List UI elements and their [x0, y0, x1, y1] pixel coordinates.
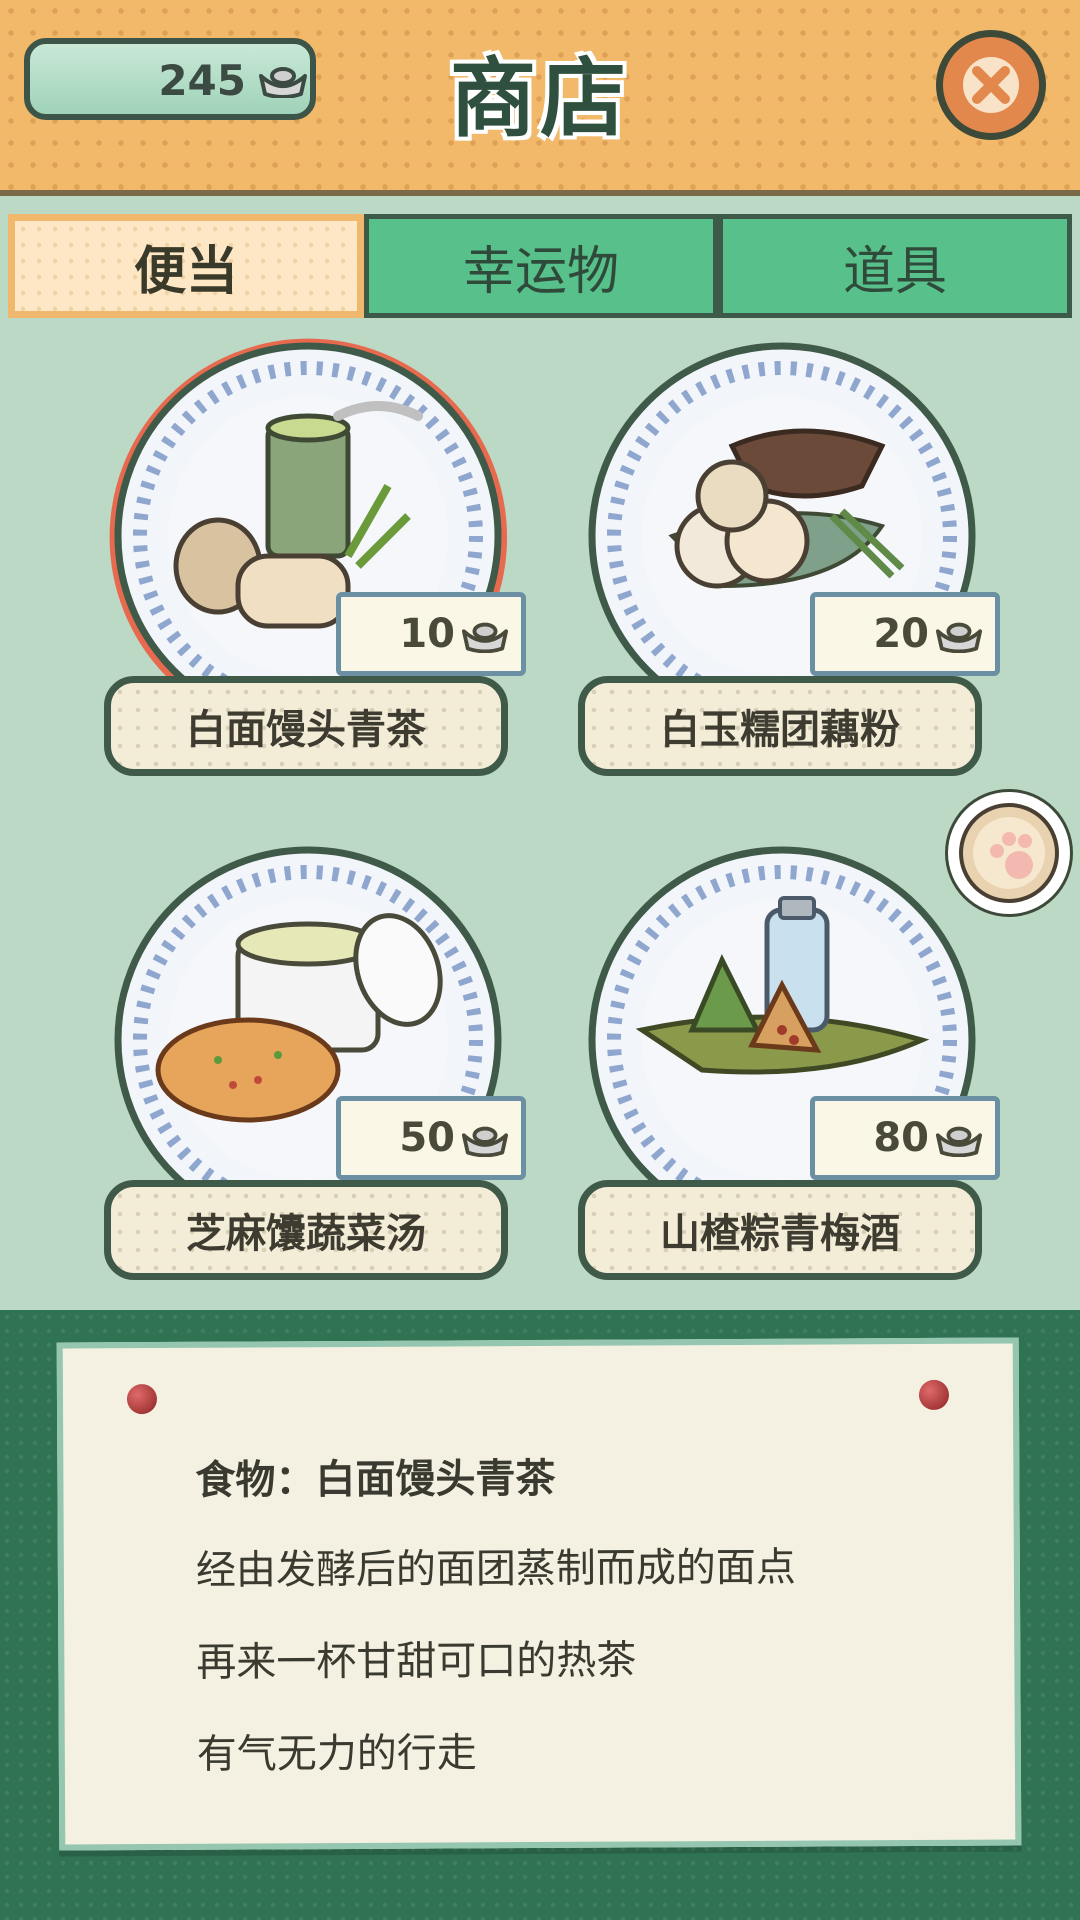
paw-icon — [959, 803, 1059, 903]
price-tag: 10 — [336, 592, 526, 676]
shop-item-steamed-bun-tea[interactable]: 10 白面馒头青茶 — [96, 336, 526, 776]
item-price: 80 — [873, 1115, 929, 1161]
shop-item-hawthorn-zongzi-plum-wine[interactable]: 80 山楂粽青梅酒 — [570, 840, 1000, 1280]
item-name: 白玉糯团藕粉 — [578, 676, 982, 776]
tab-lucky-items[interactable]: 幸运物 — [364, 214, 718, 318]
description-line: 有气无力的行走 — [196, 1730, 477, 1778]
pin-icon — [126, 1383, 158, 1415]
tab-bento[interactable]: 便当 — [8, 214, 364, 318]
silver-ingot-icon — [935, 622, 983, 653]
item-name: 芝麻馕蔬菜汤 — [104, 1180, 508, 1280]
pin-icon — [918, 1379, 950, 1411]
close-icon — [963, 57, 1019, 113]
description-line: 再来一杯甘甜可口的热茶 — [196, 1637, 637, 1686]
item-price: 10 — [399, 611, 455, 657]
description-note: 食物：白面馒头青茶 经由发酵后的面团蒸制而成的面点 再来一杯甘甜可口的热茶 有气… — [56, 1337, 1022, 1851]
shop-item-sesame-naan-soup[interactable]: 50 芝麻馕蔬菜汤 — [96, 840, 526, 1280]
item-name: 白面馒头青茶 — [104, 676, 508, 776]
shop-panel: 便当 幸运物 道具 10 白面馒头青茶 20 白玉糯团藕粉 50 芝麻馕蔬菜汤 … — [0, 196, 1080, 1310]
paw-button[interactable] — [948, 792, 1070, 914]
silver-ingot-icon — [461, 1126, 509, 1157]
item-name: 山楂粽青梅酒 — [578, 1180, 982, 1280]
description-title: 食物：白面馒头青茶 — [195, 1455, 556, 1504]
description-line: 经由发酵后的面团蒸制而成的面点 — [195, 1544, 796, 1594]
shop-item-rice-ball-lotus[interactable]: 20 白玉糯团藕粉 — [570, 336, 1000, 776]
category-tabs: 便当 幸运物 道具 — [8, 214, 1072, 318]
silver-ingot-icon — [935, 1126, 983, 1157]
page-title: 商店 — [450, 49, 630, 149]
header-bar: 245 商店 — [0, 0, 1080, 196]
price-tag: 50 — [336, 1096, 526, 1180]
item-price: 50 — [399, 1115, 455, 1161]
price-tag: 80 — [810, 1096, 1000, 1180]
description-area: 食物：白面馒头青茶 经由发酵后的面团蒸制而成的面点 再来一杯甘甜可口的热茶 有气… — [0, 1310, 1080, 1920]
silver-ingot-icon — [461, 622, 509, 653]
price-tag: 20 — [810, 592, 1000, 676]
close-button[interactable] — [936, 30, 1046, 140]
item-price: 20 — [873, 611, 929, 657]
tab-tools[interactable]: 道具 — [718, 214, 1072, 318]
